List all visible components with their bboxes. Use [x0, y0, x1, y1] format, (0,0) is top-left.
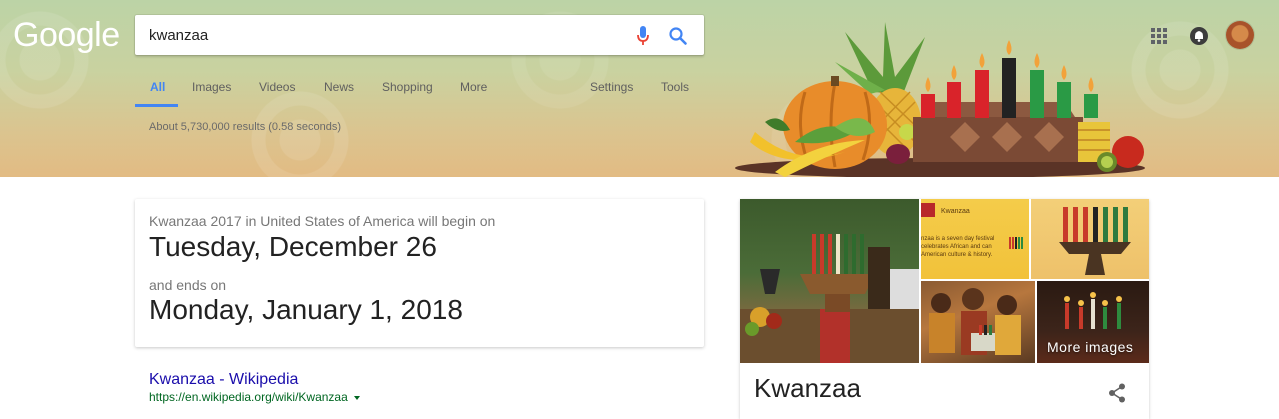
- search-input[interactable]: [149, 26, 619, 44]
- kwanzaa-doodle-illustration[interactable]: [735, 22, 1155, 177]
- apps-grid-icon[interactable]: [1151, 28, 1167, 44]
- kp-image-kinara-table[interactable]: [740, 199, 919, 363]
- kp-image-kwanzaa-banner[interactable]: Kwanzaa nzaa is a seven day festival cel…: [921, 199, 1029, 279]
- family-photo: [929, 288, 1021, 355]
- kp-image-lit-candles[interactable]: More images: [1037, 281, 1149, 363]
- search-icon[interactable]: [668, 26, 688, 46]
- kp-image-family-celebrating[interactable]: [921, 281, 1035, 363]
- date-card-start-date: Tuesday, December 26: [149, 231, 437, 262]
- result-url-text[interactable]: https://en.wikipedia.org/wiki/Kwanzaa: [149, 390, 348, 404]
- account-avatar[interactable]: [1226, 21, 1254, 49]
- banner-heading: Kwanzaa: [941, 208, 970, 215]
- more-images-link[interactable]: More images: [1047, 339, 1133, 355]
- kp-image-kinara-sketch[interactable]: [1031, 199, 1149, 279]
- tab-news[interactable]: News: [324, 80, 354, 94]
- kwanzaa-date-card: Kwanzaa 2017 in United States of America…: [135, 199, 704, 347]
- banner-kinara-icon: [1009, 237, 1023, 249]
- share-icon[interactable]: [1108, 383, 1126, 403]
- google-logo[interactable]: Google: [13, 16, 120, 55]
- header-doodle-banner: Google All Images Videos News Shopping M…: [0, 0, 1279, 177]
- tab-settings[interactable]: Settings: [590, 80, 633, 94]
- kinara-photo: [1059, 207, 1131, 275]
- result-title-link[interactable]: Kwanzaa - Wikipedia: [149, 371, 298, 389]
- search-box[interactable]: [135, 15, 704, 55]
- tab-all[interactable]: All: [150, 80, 165, 94]
- knowledge-panel-title: Kwanzaa: [754, 373, 861, 403]
- mic-icon[interactable]: [636, 25, 650, 47]
- url-dropdown-caret-icon[interactable]: [353, 395, 360, 400]
- tab-shopping[interactable]: Shopping: [382, 80, 433, 94]
- notifications-bell-icon[interactable]: [1189, 26, 1209, 46]
- tab-tools[interactable]: Tools: [661, 80, 689, 94]
- tab-videos[interactable]: Videos: [259, 80, 295, 94]
- banner-text: nzaa is a seven day festival celebrates …: [921, 236, 995, 258]
- date-card-end-date: Monday, January 1, 2018: [149, 294, 463, 325]
- knowledge-panel: Kwanzaa nzaa is a seven day festival cel…: [740, 199, 1149, 419]
- tab-images[interactable]: Images: [192, 80, 231, 94]
- date-card-intro: Kwanzaa 2017 in United States of America…: [149, 213, 496, 229]
- tab-more[interactable]: More: [460, 80, 487, 94]
- active-tab-indicator: [135, 104, 178, 107]
- result-url: https://en.wikipedia.org/wiki/Kwanzaa: [149, 390, 360, 404]
- result-stats: About 5,730,000 results (0.58 seconds): [149, 121, 342, 133]
- date-card-ends-label: and ends on: [149, 277, 227, 293]
- kinara-table-photo: [740, 234, 919, 363]
